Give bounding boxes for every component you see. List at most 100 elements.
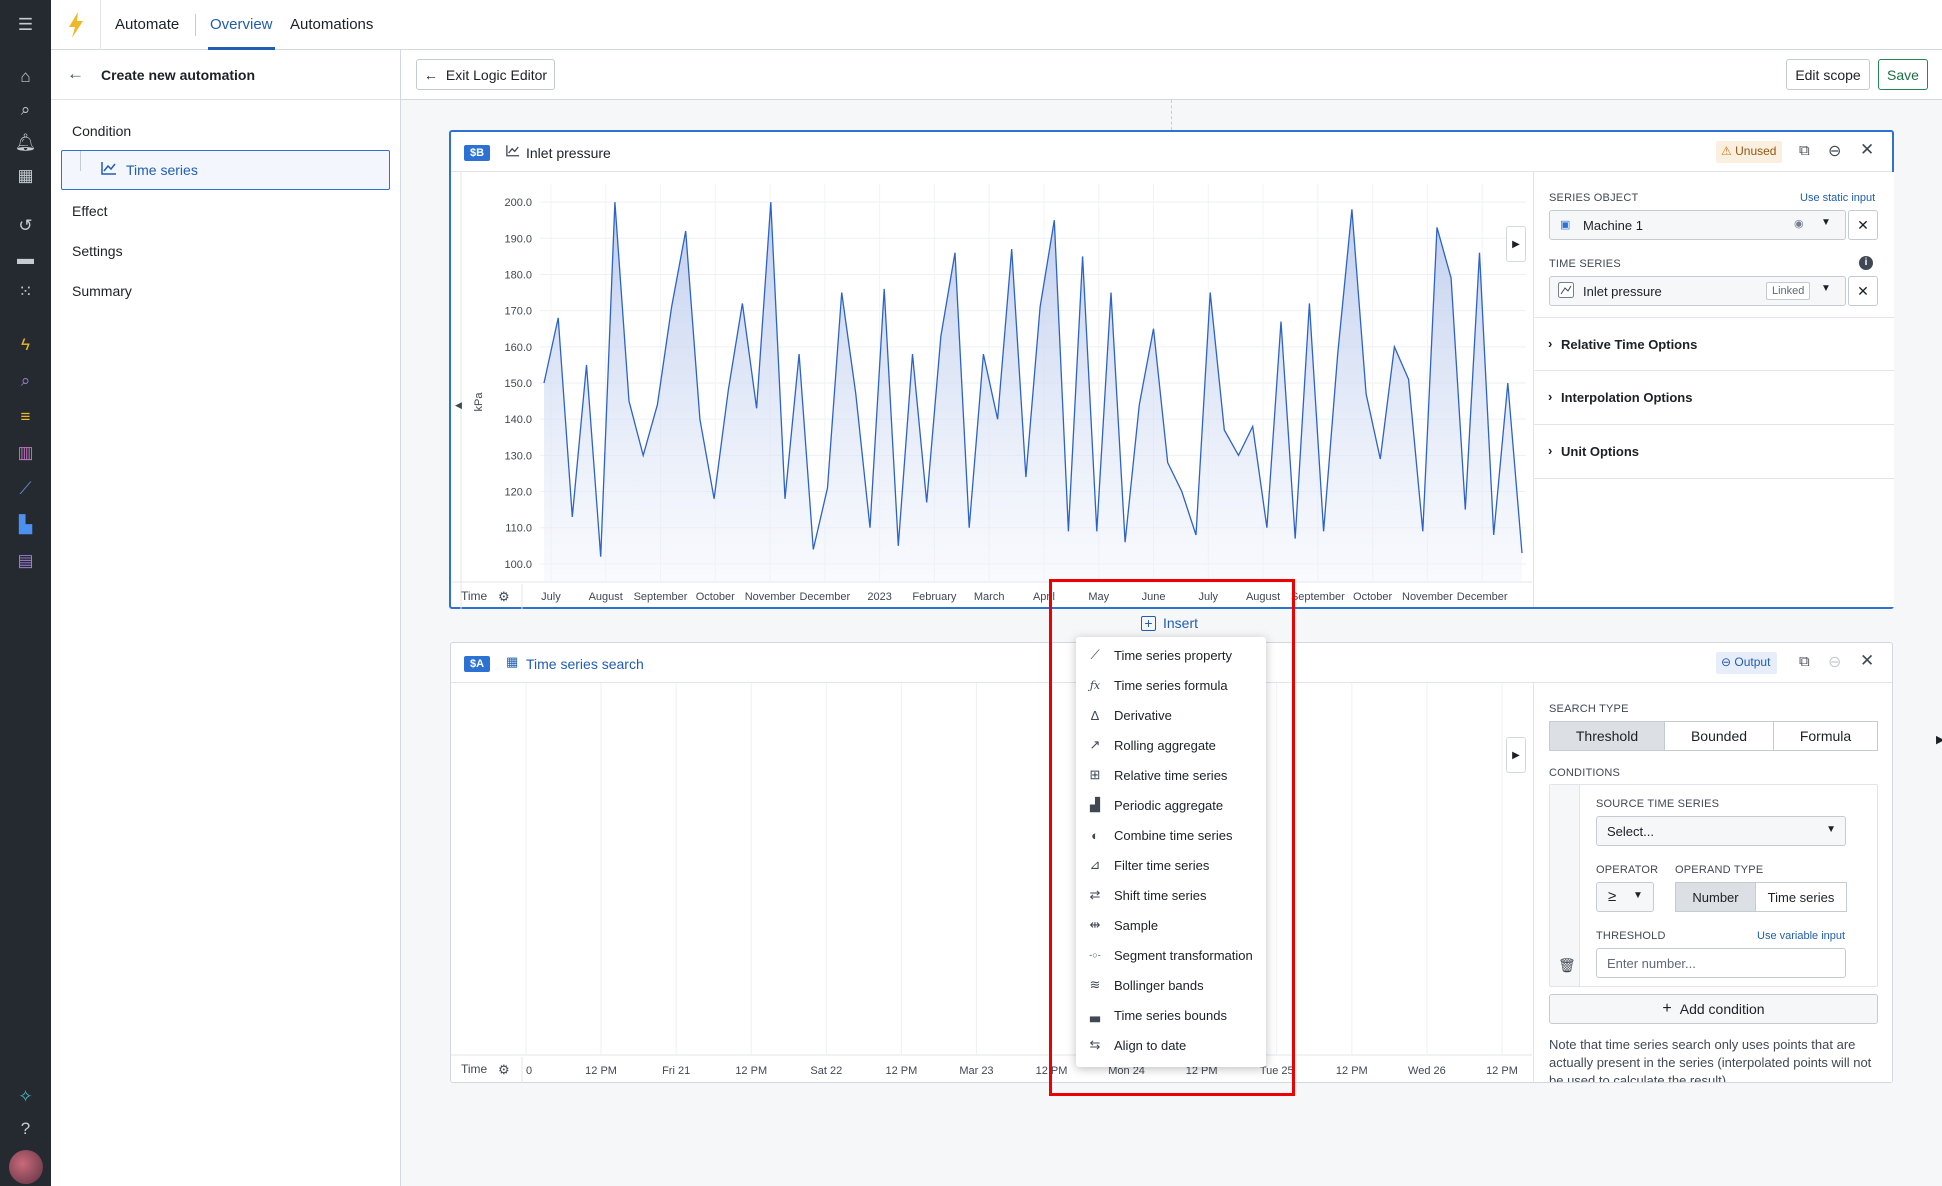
tab-automations[interactable]: Automations (290, 0, 373, 50)
history-icon[interactable]: ↺ (13, 213, 38, 238)
source-time-series-select[interactable]: Select... ▼ (1596, 816, 1846, 846)
clear-series-object-button[interactable]: ✕ (1848, 210, 1878, 240)
collapse-sidebar-button[interactable]: ▶ (1506, 737, 1526, 773)
gear-icon: ⚙ (498, 589, 510, 604)
x-tick-label: 12 PM (1486, 1065, 1518, 1077)
marketplace-icon[interactable]: ▦ (13, 163, 38, 188)
close-icon[interactable]: ✕ (1860, 651, 1874, 671)
x-tick-label: December (1457, 591, 1508, 603)
warning-icon: ⚠ (1721, 144, 1732, 158)
card-title: Inlet pressure (526, 145, 611, 161)
panel-header: ← Create new automation (51, 50, 400, 100)
chevron-down-icon: ▼ (1633, 890, 1643, 901)
x-tick-label: Sat 22 (810, 1065, 842, 1077)
condition-box: 🗑︎ SOURCE TIME SERIES Select... ▼ OPERAT… (1549, 784, 1878, 987)
home-icon[interactable]: ⌂ (13, 64, 38, 89)
apps-grid-icon[interactable]: ⁙ (13, 279, 38, 304)
collapse-sidebar-button[interactable]: ▶ (1506, 226, 1526, 262)
chart-area: 200.0 190.0 180.0 170.0 160.0 150.0 140.0 130.0… (451, 172, 1532, 609)
unit-options-accordion[interactable]: › Unit Options (1534, 425, 1894, 479)
x-tick-label: October (1353, 591, 1392, 603)
explorer-app-icon[interactable]: ⌕ (13, 368, 38, 393)
series-object-value: Machine 1 (1583, 218, 1643, 233)
use-variable-input-link[interactable]: Use variable input (1757, 930, 1845, 942)
y-tick-label: 160.0 (504, 342, 532, 354)
exit-logic-editor-button[interactable]: ← Exit Logic Editor (416, 59, 555, 90)
close-icon: ✕ (1857, 282, 1869, 299)
search-note: Note that time series search only uses p… (1549, 1037, 1872, 1082)
search-type-threshold[interactable]: Threshold (1549, 721, 1665, 751)
search-results-chart[interactable]: 0 12 PM Fri 21 12 PM Sat 22 12 PM Mar 23 12 PM M… (451, 683, 1532, 1083)
x-tick-label: July (541, 591, 561, 603)
step-time-series[interactable]: Time series (61, 150, 390, 190)
info-icon[interactable]: i (1859, 256, 1873, 270)
interpolation-options-accordion[interactable]: › Interpolation Options (1534, 371, 1894, 425)
chart-app-icon[interactable]: ▥ (13, 440, 38, 465)
automate-app-icon[interactable]: ϟ (13, 332, 38, 357)
x-tick-label: 0 (526, 1065, 532, 1077)
x-axis-label: Time (461, 589, 488, 603)
workshop-app-icon[interactable]: ▤ (13, 548, 38, 573)
pipeline-app-icon[interactable]: ≡ (13, 404, 38, 429)
tab-divider (195, 14, 196, 36)
accordion-label: Relative Time Options (1561, 337, 1698, 352)
threshold-input[interactable]: Enter number... (1596, 948, 1846, 978)
operator-select[interactable]: ≥ ▼ (1596, 882, 1654, 912)
status-badge: ⚠ Unused (1716, 141, 1783, 163)
series-object-select[interactable]: ▣ Machine 1 ◉ ▼ (1549, 210, 1846, 240)
close-icon[interactable]: ✕ (1860, 140, 1874, 160)
search-type-bounded[interactable]: Bounded (1664, 721, 1774, 751)
add-condition-button[interactable]: + Add condition (1549, 994, 1878, 1024)
threshold-label: THRESHOLD (1596, 930, 1666, 942)
output-icon: ⊖ (1721, 655, 1732, 669)
variable-tag: $A (464, 656, 491, 672)
quiver-app-icon[interactable]: ⟋ (13, 476, 38, 501)
operator-label: OPERATOR (1596, 864, 1659, 876)
disable-icon[interactable]: ⊖ (1828, 652, 1841, 672)
time-series-select[interactable]: Inlet pressure Linked ▼ (1549, 276, 1846, 306)
disable-icon[interactable]: ⊖ (1828, 141, 1841, 161)
plus-icon: + (1662, 1000, 1672, 1017)
cursor-icon: ▶ (1936, 734, 1942, 746)
gear-icon: ⚙ (498, 1062, 510, 1077)
threshold-placeholder: Enter number... (1607, 956, 1696, 971)
x-axis-label: Time (461, 1062, 488, 1076)
card-inlet-pressure[interactable]: $B Inlet pressure ⚠ Unused ⧉ ⊖ ✕ 200.0 19… (449, 130, 1894, 609)
tab-automate[interactable]: Automate (115, 0, 179, 50)
trash-icon[interactable]: 🗑︎ (1558, 957, 1576, 974)
inlet-pressure-chart[interactable]: 200.0 190.0 180.0 170.0 160.0 150.0 140.0 130.0… (451, 172, 1532, 609)
use-static-input-link[interactable]: Use static input (1800, 192, 1875, 204)
step-summary[interactable]: Summary (72, 283, 132, 299)
duplicate-icon[interactable]: ⧉ (1799, 142, 1810, 159)
y-tick-label: 180.0 (504, 269, 532, 281)
back-arrow-icon[interactable]: ← (67, 64, 84, 84)
tab-overview[interactable]: Overview (208, 0, 275, 50)
menu-toggle-icon[interactable]: ☰ (13, 12, 38, 37)
operator-value: ≥ (1608, 888, 1617, 905)
aip-icon[interactable]: ✧ (13, 1084, 38, 1109)
search-icon[interactable]: ⌕ (13, 97, 38, 122)
operand-type-number[interactable]: Number (1675, 882, 1756, 912)
duplicate-icon[interactable]: ⧉ (1799, 653, 1810, 670)
save-button[interactable]: Save (1878, 59, 1928, 90)
x-tick-label: Mar 23 (959, 1065, 993, 1077)
relative-time-options-accordion[interactable]: › Relative Time Options (1534, 317, 1894, 371)
step-condition[interactable]: Condition (72, 123, 131, 139)
analytics-app-icon[interactable]: ▙ (13, 512, 38, 537)
folder-icon[interactable]: ▬ (13, 246, 38, 271)
avatar[interactable] (9, 1150, 43, 1184)
step-effect[interactable]: Effect (72, 203, 108, 219)
calendar-icon: ▦ (506, 654, 519, 669)
automate-logo-icon (51, 0, 101, 50)
help-icon[interactable]: ? (13, 1116, 38, 1141)
edit-scope-button[interactable]: Edit scope (1786, 59, 1870, 90)
operand-type-time-series[interactable]: Time series (1755, 882, 1847, 912)
clear-time-series-button[interactable]: ✕ (1848, 276, 1878, 306)
chevron-down-icon: ▼ (1821, 217, 1831, 228)
notifications-icon[interactable]: 🔔︎ (13, 130, 38, 155)
y-tick-label: 150.0 (504, 378, 532, 390)
search-type-formula[interactable]: Formula (1773, 721, 1878, 751)
step-settings[interactable]: Settings (72, 243, 123, 259)
card-a-config: SEARCH TYPE Threshold Bounded Formula CO… (1533, 683, 1892, 1082)
chart-area: 0 12 PM Fri 21 12 PM Sat 22 12 PM Mar 23 12 PM M… (451, 683, 1532, 1083)
